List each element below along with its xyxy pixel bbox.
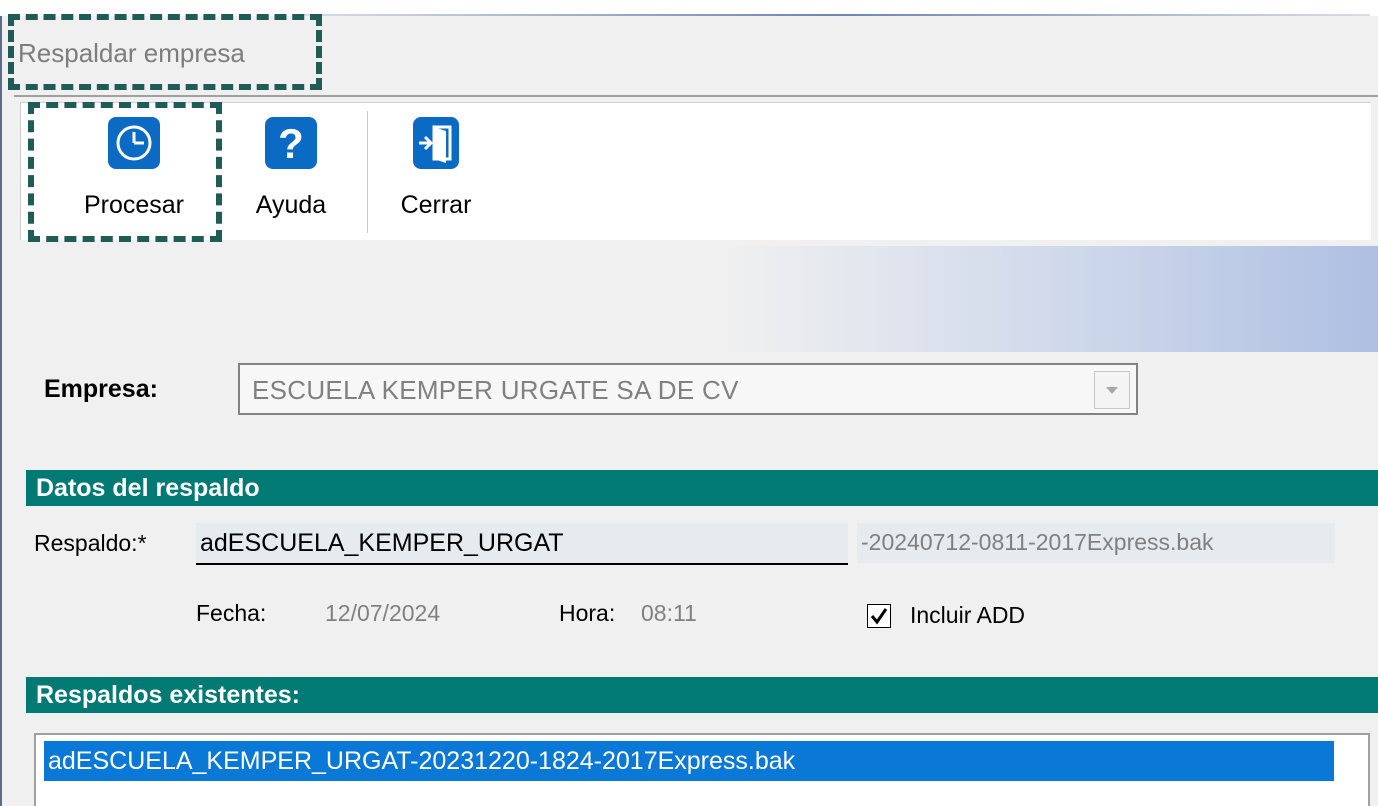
title-highlight-box [8, 14, 322, 90]
hora-value: 08:11 [641, 600, 697, 626]
checkmark-icon [870, 608, 888, 625]
ayuda-label: Ayuda [255, 191, 327, 219]
list-item[interactable]: adESCUELA_KEMPER_URGAT-20231220-1824-201… [44, 741, 1334, 781]
fecha-value: 12/07/2024 [325, 600, 441, 626]
respaldo-suffix-value: -20240712-0811-2017Express.bak [861, 529, 1214, 555]
respaldo-suffix: -20240712-0811-2017Express.bak [857, 523, 1335, 563]
window-left-border [0, 16, 2, 806]
respaldos-listbox[interactable]: adESCUELA_KEMPER_URGAT-20231220-1824-201… [34, 733, 1370, 806]
svg-text:?: ? [278, 121, 304, 165]
help-icon: ? [265, 117, 317, 169]
exit-door-icon [413, 117, 459, 169]
section-respaldos-existentes: Respaldos existentes: [26, 677, 1378, 713]
respaldo-name-input[interactable]: adESCUELA_KEMPER_URGAT [196, 523, 848, 565]
fecha-label: Fecha: [196, 600, 267, 626]
respaldo-label: Respaldo:* [34, 530, 147, 556]
empresa-value: ESCUELA KEMPER URGATE SA DE CV [252, 375, 739, 405]
cerrar-button[interactable]: Cerrar [381, 103, 491, 240]
section-datos-respaldo: Datos del respaldo [26, 470, 1378, 506]
dropdown-arrow-icon[interactable] [1094, 371, 1130, 409]
incluir-add-label[interactable]: Incluir ADD [910, 602, 1025, 629]
hora-label: Hora: [559, 600, 616, 626]
toolbar-separator [367, 111, 368, 233]
empresa-dropdown[interactable]: ESCUELA KEMPER URGATE SA DE CV [238, 363, 1138, 415]
toolbar: Procesar ? Ayuda Cerrar [20, 102, 1371, 240]
cerrar-label: Cerrar [400, 191, 472, 219]
incluir-add-checkbox[interactable] [867, 604, 891, 628]
respaldo-name-value: adESCUELA_KEMPER_URGAT [200, 529, 564, 557]
empresa-label: Empresa: [44, 375, 158, 403]
header-gradient-band [14, 246, 1378, 352]
procesar-highlight-box [28, 102, 222, 242]
ayuda-button[interactable]: ? Ayuda [241, 103, 341, 240]
